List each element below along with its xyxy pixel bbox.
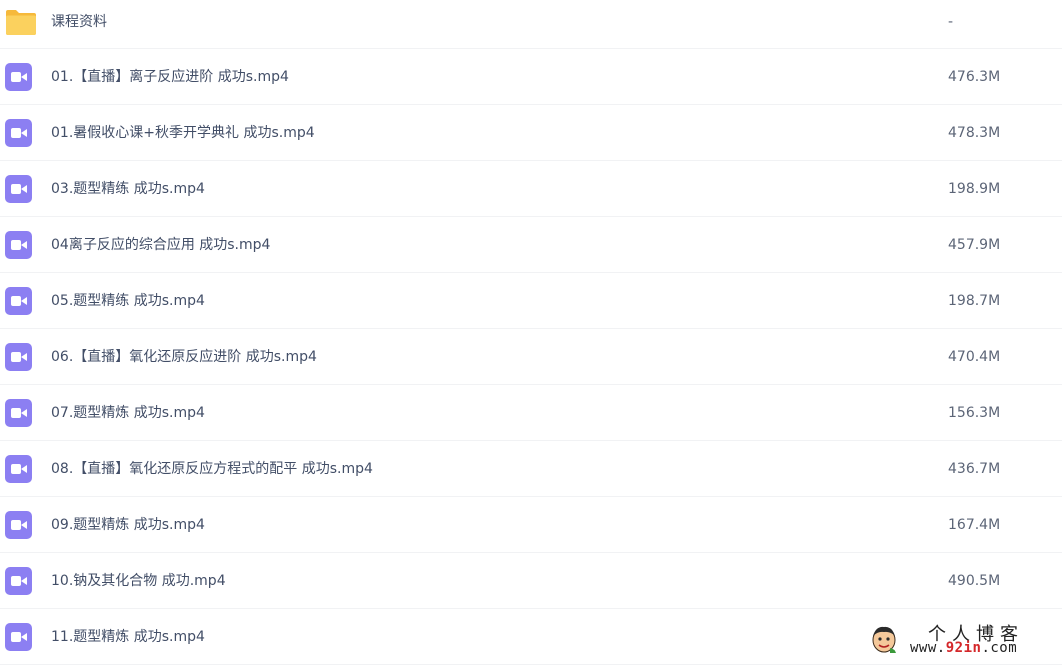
- video-file-icon: [5, 567, 32, 595]
- file-name[interactable]: 10.钠及其化合物 成功.mp4: [51, 571, 226, 591]
- list-item[interactable]: 01.【直播】离子反应进阶 成功s.mp4 476.3M: [0, 49, 1062, 105]
- file-list: 课程资料 - 01.【直播】离子反应进阶 成功s.mp4 476.3M 01.暑…: [0, 0, 1062, 665]
- file-size: 156.3M: [948, 405, 1001, 421]
- video-file-icon: [5, 399, 32, 427]
- file-name[interactable]: 07.题型精炼 成功s.mp4: [51, 403, 205, 423]
- folder-icon: [5, 9, 36, 37]
- video-file-icon: [5, 623, 32, 651]
- video-file-icon: [5, 287, 32, 315]
- file-size: 198.7M: [948, 293, 1001, 309]
- list-item[interactable]: 06.【直播】氧化还原反应进阶 成功s.mp4 470.4M: [0, 329, 1062, 385]
- url-prefix: www.: [910, 640, 946, 656]
- list-item[interactable]: 03.题型精练 成功s.mp4 198.9M: [0, 161, 1062, 217]
- file-name[interactable]: 03.题型精练 成功s.mp4: [51, 179, 205, 199]
- file-name[interactable]: 06.【直播】氧化还原反应进阶 成功s.mp4: [51, 347, 317, 367]
- file-size: 436.7M: [948, 461, 1001, 477]
- video-file-icon: [5, 63, 32, 91]
- list-item[interactable]: 09.题型精炼 成功s.mp4 167.4M: [0, 497, 1062, 553]
- file-size: 198.9M: [948, 181, 1001, 197]
- file-name[interactable]: 01.【直播】离子反应进阶 成功s.mp4: [51, 67, 289, 87]
- file-size: 490.5M: [948, 573, 1001, 589]
- list-item[interactable]: 课程资料 -: [0, 0, 1062, 49]
- cartoon-face-icon: [870, 624, 898, 654]
- list-item[interactable]: 08.【直播】氧化还原反应方程式的配平 成功s.mp4 436.7M: [0, 441, 1062, 497]
- file-name[interactable]: 课程资料: [51, 12, 107, 32]
- video-file-icon: [5, 343, 32, 371]
- watermark-url: www.92in.com: [910, 640, 1017, 656]
- list-item[interactable]: 04离子反应的综合应用 成功s.mp4 457.9M: [0, 217, 1062, 273]
- list-item[interactable]: 01.暑假收心课+秋季开学典礼 成功s.mp4 478.3M: [0, 105, 1062, 161]
- file-name[interactable]: 01.暑假收心课+秋季开学典礼 成功s.mp4: [51, 123, 315, 143]
- url-highlight: 92in: [945, 640, 982, 656]
- video-file-icon: [5, 511, 32, 539]
- video-file-icon: [5, 175, 32, 203]
- file-name[interactable]: 04离子反应的综合应用 成功s.mp4: [51, 235, 270, 255]
- list-item[interactable]: 07.题型精炼 成功s.mp4 156.3M: [0, 385, 1062, 441]
- list-item[interactable]: 10.钠及其化合物 成功.mp4 490.5M: [0, 553, 1062, 609]
- blog-watermark: 个人博客 www.92in.com: [870, 620, 1060, 660]
- list-item[interactable]: 05.题型精练 成功s.mp4 198.7M: [0, 273, 1062, 329]
- video-file-icon: [5, 231, 32, 259]
- file-size: 457.9M: [948, 237, 1001, 253]
- file-name[interactable]: 11.题型精炼 成功s.mp4: [51, 627, 205, 647]
- file-name[interactable]: 08.【直播】氧化还原反应方程式的配平 成功s.mp4: [51, 459, 373, 479]
- file-size: 167.4M: [948, 517, 1001, 533]
- file-size: 476.3M: [948, 69, 1001, 85]
- url-suffix: .com: [981, 640, 1018, 656]
- file-size: -: [948, 14, 954, 30]
- file-name[interactable]: 09.题型精炼 成功s.mp4: [51, 515, 205, 535]
- video-file-icon: [5, 455, 32, 483]
- file-size: 478.3M: [948, 125, 1001, 141]
- file-name[interactable]: 05.题型精练 成功s.mp4: [51, 291, 205, 311]
- file-size: 470.4M: [948, 349, 1001, 365]
- video-file-icon: [5, 119, 32, 147]
